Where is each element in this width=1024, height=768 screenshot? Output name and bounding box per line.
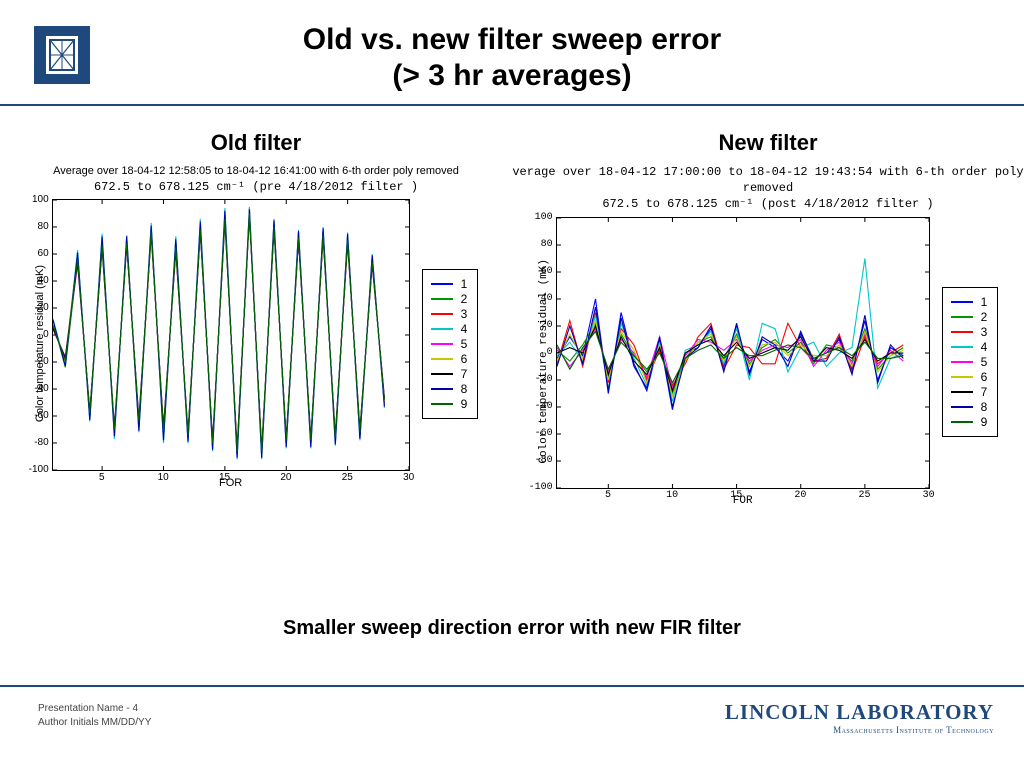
legend-item: 2	[431, 292, 468, 306]
legend-item: 9	[431, 397, 468, 411]
legend-label: 1	[461, 277, 468, 291]
legend-item: 4	[951, 340, 988, 354]
heading-old: Old filter	[211, 130, 301, 156]
legend-label: 7	[981, 385, 988, 399]
footer-line-1: Presentation Name - 4	[38, 702, 151, 716]
legend-label: 2	[981, 310, 988, 324]
footer-meta: Presentation Name - 4 Author Initials MM…	[38, 702, 151, 730]
legend-label: 8	[461, 382, 468, 396]
legend-label: 4	[981, 340, 988, 354]
title-line-2: (> 3 hr averages)	[392, 59, 631, 92]
legend-label: 6	[461, 352, 468, 366]
legend-label: 7	[461, 367, 468, 381]
legend-item: 5	[431, 337, 468, 351]
legend-label: 5	[981, 355, 988, 369]
footer-lab: LINCOLN LABORATORY Massachusetts Institu…	[725, 700, 994, 735]
header-rule	[0, 104, 1024, 106]
slide-title: Old vs. new filter sweep error (> 3 hr a…	[0, 22, 1024, 94]
panel-old-filter: Old filter Average over 18-04-12 12:58:0…	[0, 112, 512, 648]
heading-new: New filter	[718, 130, 817, 156]
legend-label: 2	[461, 292, 468, 306]
caption-old-1: Average over 18-04-12 12:58:05 to 18-04-…	[0, 164, 512, 179]
legend-item: 4	[431, 322, 468, 336]
legend-item: 9	[951, 415, 988, 429]
legend-label: 4	[461, 322, 468, 336]
panel-new-filter: New filter verage over 18-04-12 17:00:00…	[512, 112, 1024, 648]
legend-item: 1	[951, 295, 988, 309]
legend-new: 123456789	[942, 287, 999, 437]
legend-item: 5	[951, 355, 988, 369]
legend-label: 9	[461, 397, 468, 411]
legend-item: 8	[951, 400, 988, 414]
legend-label: 3	[981, 325, 988, 339]
plot-new: -100-80-60-40-20020406080100 51015202530	[556, 217, 930, 489]
legend-label: 9	[981, 415, 988, 429]
legend-label: 3	[461, 307, 468, 321]
footer-line-2: Author Initials MM/DD/YY	[38, 716, 151, 730]
caption-old-2: 672.5 to 678.125 cm⁻¹ (pre 4/18/2012 fil…	[0, 179, 512, 195]
legend-item: 7	[431, 367, 468, 381]
legend-item: 3	[431, 307, 468, 321]
legend-item: 6	[431, 352, 468, 366]
legend-item: 6	[951, 370, 988, 384]
lab-name: LINCOLN LABORATORY	[725, 700, 994, 725]
legend-item: 3	[951, 325, 988, 339]
conclusion-text: Smaller sweep direction error with new F…	[0, 617, 1024, 640]
legend-item: 1	[431, 277, 468, 291]
legend-label: 6	[981, 370, 988, 384]
legend-old: 123456789	[422, 269, 479, 419]
caption-new-1: verage over 18-04-12 17:00:00 to 18-04-1…	[512, 164, 1024, 196]
caption-new-2: 672.5 to 678.125 cm⁻¹ (post 4/18/2012 fi…	[512, 196, 1024, 212]
title-line-1: Old vs. new filter sweep error	[303, 23, 721, 56]
lab-sub: Massachusetts Institute of Technology	[725, 725, 994, 735]
legend-item: 7	[951, 385, 988, 399]
legend-item: 2	[951, 310, 988, 324]
legend-label: 1	[981, 295, 988, 309]
footer-rule	[0, 685, 1024, 687]
legend-item: 8	[431, 382, 468, 396]
plot-old: -100-80-60-40-20020406080100 51015202530	[52, 199, 410, 471]
legend-label: 5	[461, 337, 468, 351]
legend-label: 8	[981, 400, 988, 414]
